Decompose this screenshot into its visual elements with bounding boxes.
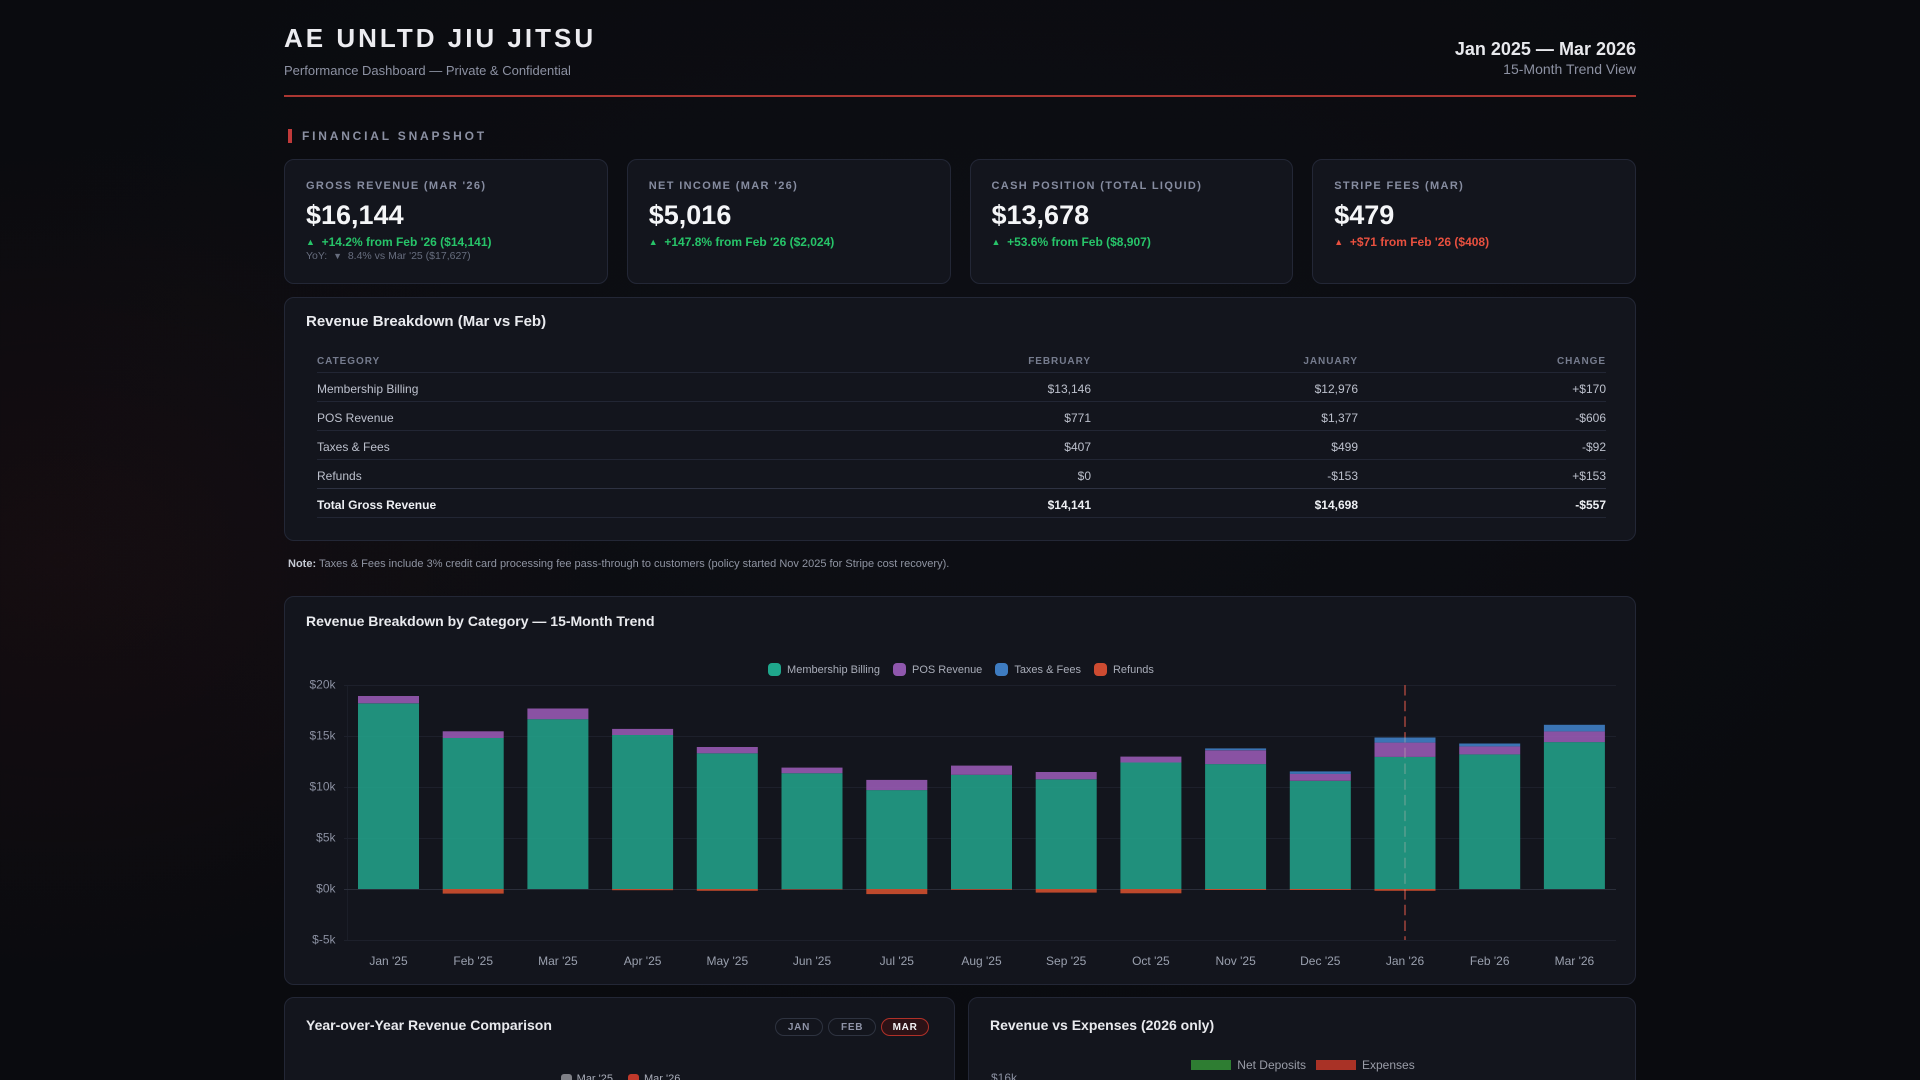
svg-text:Feb '26: Feb '26 — [1470, 954, 1510, 968]
svg-text:Oct '25: Oct '25 — [1132, 954, 1170, 968]
svg-text:Nov '25: Nov '25 — [1215, 954, 1256, 968]
svg-text:$5k: $5k — [316, 831, 336, 845]
svg-text:Jan '25: Jan '25 — [369, 954, 408, 968]
svg-text:Jun '25: Jun '25 — [793, 954, 832, 968]
svg-text:Apr '25: Apr '25 — [624, 954, 662, 968]
svg-text:Sep '25: Sep '25 — [1046, 954, 1087, 968]
svg-text:Jan '26: Jan '26 — [1386, 954, 1425, 968]
svg-text:Dec '25: Dec '25 — [1300, 954, 1341, 968]
svg-text:May '25: May '25 — [706, 954, 748, 968]
svg-text:Mar '26: Mar '26 — [1555, 954, 1595, 968]
svg-text:$-5k: $-5k — [312, 933, 336, 947]
svg-text:Mar '25: Mar '25 — [538, 954, 578, 968]
svg-text:$15k: $15k — [309, 729, 336, 743]
svg-text:Feb '25: Feb '25 — [453, 954, 493, 968]
svg-text:Jul '25: Jul '25 — [880, 954, 915, 968]
svg-text:$20k: $20k — [309, 678, 336, 692]
svg-text:$10k: $10k — [309, 780, 336, 794]
svg-text:Aug '25: Aug '25 — [961, 954, 1002, 968]
svg-text:$0k: $0k — [316, 882, 336, 896]
